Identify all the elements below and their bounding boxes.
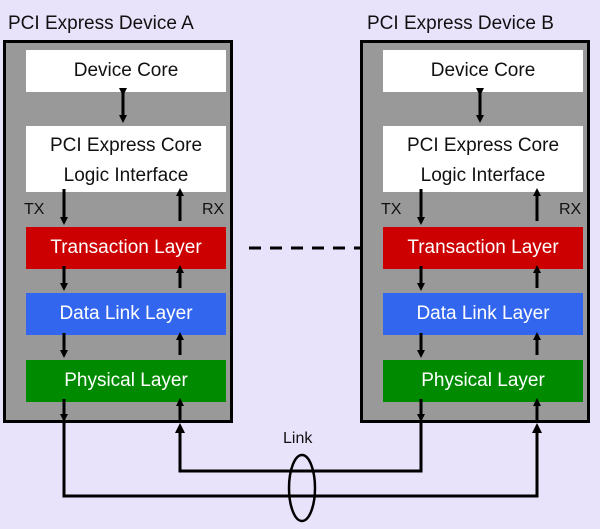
link-wire-a-to-b-arrowhead	[532, 423, 542, 433]
connector-overlay	[60, 88, 542, 523]
link-wire-a-to-b	[62, 423, 539, 498]
link-wire-b-to-a-arrowhead	[175, 423, 185, 433]
link-wire-b-to-a	[178, 423, 423, 473]
link-ellipse	[287, 453, 317, 523]
